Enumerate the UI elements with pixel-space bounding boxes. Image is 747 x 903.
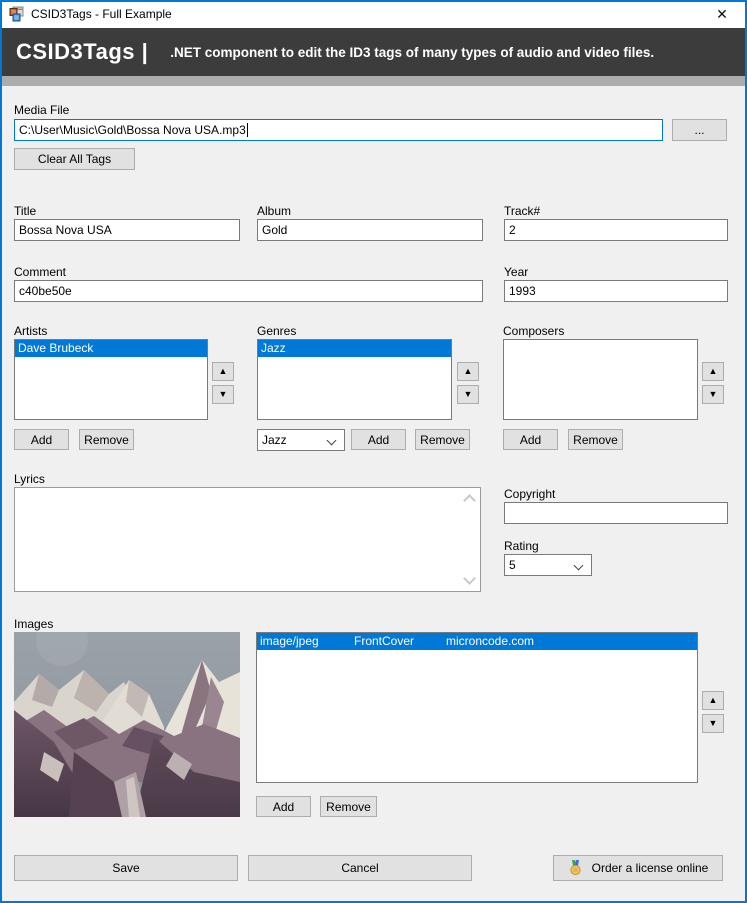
app-icon [9, 6, 25, 22]
artists-add-button[interactable]: Add [14, 429, 69, 450]
rating-label: Rating [504, 539, 539, 553]
genres-listbox[interactable]: Jazz [257, 339, 452, 420]
copyright-input[interactable] [504, 502, 728, 524]
app-window: CSID3Tags - Full Example ✕ CSID3Tags | .… [0, 0, 747, 903]
header-divider [0, 76, 747, 86]
order-license-button[interactable]: Order a license online [553, 855, 723, 881]
artists-selected-item[interactable]: Dave Brubeck [15, 340, 207, 357]
rating-combobox[interactable]: 5 [504, 554, 592, 576]
up-arrow-icon: ▲ [219, 367, 228, 376]
images-label: Images [14, 617, 53, 631]
down-arrow-icon: ▼ [219, 390, 228, 399]
scroll-up-icon [463, 494, 476, 507]
cover-art-image [14, 632, 240, 817]
brand-tagline: .NET component to edit the ID3 tags of m… [170, 45, 654, 60]
save-button[interactable]: Save [14, 855, 238, 881]
cancel-button[interactable]: Cancel [248, 855, 472, 881]
album-label: Album [257, 204, 291, 218]
lyrics-label: Lyrics [14, 472, 45, 486]
chevron-down-icon [327, 436, 337, 446]
composers-remove-button[interactable]: Remove [568, 429, 623, 450]
up-arrow-icon: ▲ [464, 367, 473, 376]
close-icon[interactable]: ✕ [705, 0, 739, 28]
medal-icon [568, 860, 583, 876]
image-description: microncode.com [446, 633, 534, 650]
title-input[interactable]: Bossa Nova USA [14, 219, 240, 241]
app-header: CSID3Tags | .NET component to edit the I… [0, 28, 747, 76]
genre-combobox[interactable]: Jazz [257, 429, 345, 451]
composers-move-down-button[interactable]: ▼ [702, 385, 724, 404]
clear-all-tags-button[interactable]: Clear All Tags [14, 148, 135, 170]
down-arrow-icon: ▼ [464, 390, 473, 399]
window-title: CSID3Tags - Full Example [31, 0, 172, 28]
media-file-label: Media File [14, 103, 69, 117]
image-mime-type: image/jpeg [260, 633, 319, 650]
text-caret [247, 123, 248, 137]
genres-label: Genres [257, 324, 296, 338]
genres-move-down-button[interactable]: ▼ [457, 385, 479, 404]
genres-selected-item[interactable]: Jazz [258, 340, 451, 357]
images-move-down-button[interactable]: ▼ [702, 714, 724, 733]
track-input[interactable]: 2 [504, 219, 728, 241]
images-move-up-button[interactable]: ▲ [702, 691, 724, 710]
mountain-photo [14, 632, 240, 817]
composers-listbox[interactable] [503, 339, 698, 420]
genres-remove-button[interactable]: Remove [415, 429, 470, 450]
artists-listbox[interactable]: Dave Brubeck [14, 339, 208, 420]
up-arrow-icon: ▲ [709, 696, 718, 705]
up-arrow-icon: ▲ [709, 367, 718, 376]
genres-add-button[interactable]: Add [351, 429, 406, 450]
composers-add-button[interactable]: Add [503, 429, 558, 450]
images-add-button[interactable]: Add [256, 796, 311, 817]
artists-move-up-button[interactable]: ▲ [212, 362, 234, 381]
brand-title: CSID3Tags | [16, 39, 148, 65]
composers-move-up-button[interactable]: ▲ [702, 362, 724, 381]
artists-move-down-button[interactable]: ▼ [212, 385, 234, 404]
genres-move-up-button[interactable]: ▲ [457, 362, 479, 381]
composers-label: Composers [503, 324, 564, 338]
year-label: Year [504, 265, 528, 279]
scroll-down-icon [463, 572, 476, 585]
down-arrow-icon: ▼ [709, 390, 718, 399]
chevron-down-icon [574, 561, 584, 571]
title-bar: CSID3Tags - Full Example ✕ [0, 0, 747, 28]
images-selected-row[interactable]: image/jpeg FrontCover microncode.com [257, 633, 697, 650]
images-remove-button[interactable]: Remove [320, 796, 377, 817]
title-label: Title [14, 204, 36, 218]
image-picture-type: FrontCover [354, 633, 414, 650]
images-listbox[interactable]: image/jpeg FrontCover microncode.com [256, 632, 698, 783]
artists-remove-button[interactable]: Remove [79, 429, 134, 450]
comment-input[interactable]: c40be50e [14, 280, 483, 302]
artists-label: Artists [14, 324, 47, 338]
copyright-label: Copyright [504, 487, 555, 501]
album-input[interactable]: Gold [257, 219, 483, 241]
lyrics-input[interactable] [14, 487, 481, 592]
down-arrow-icon: ▼ [709, 719, 718, 728]
media-file-input[interactable]: C:\User\Music\Gold\Bossa Nova USA.mp3 [14, 119, 663, 141]
year-input[interactable]: 1993 [504, 280, 728, 302]
comment-label: Comment [14, 265, 66, 279]
browse-button[interactable]: ... [672, 119, 727, 141]
track-label: Track# [504, 204, 540, 218]
